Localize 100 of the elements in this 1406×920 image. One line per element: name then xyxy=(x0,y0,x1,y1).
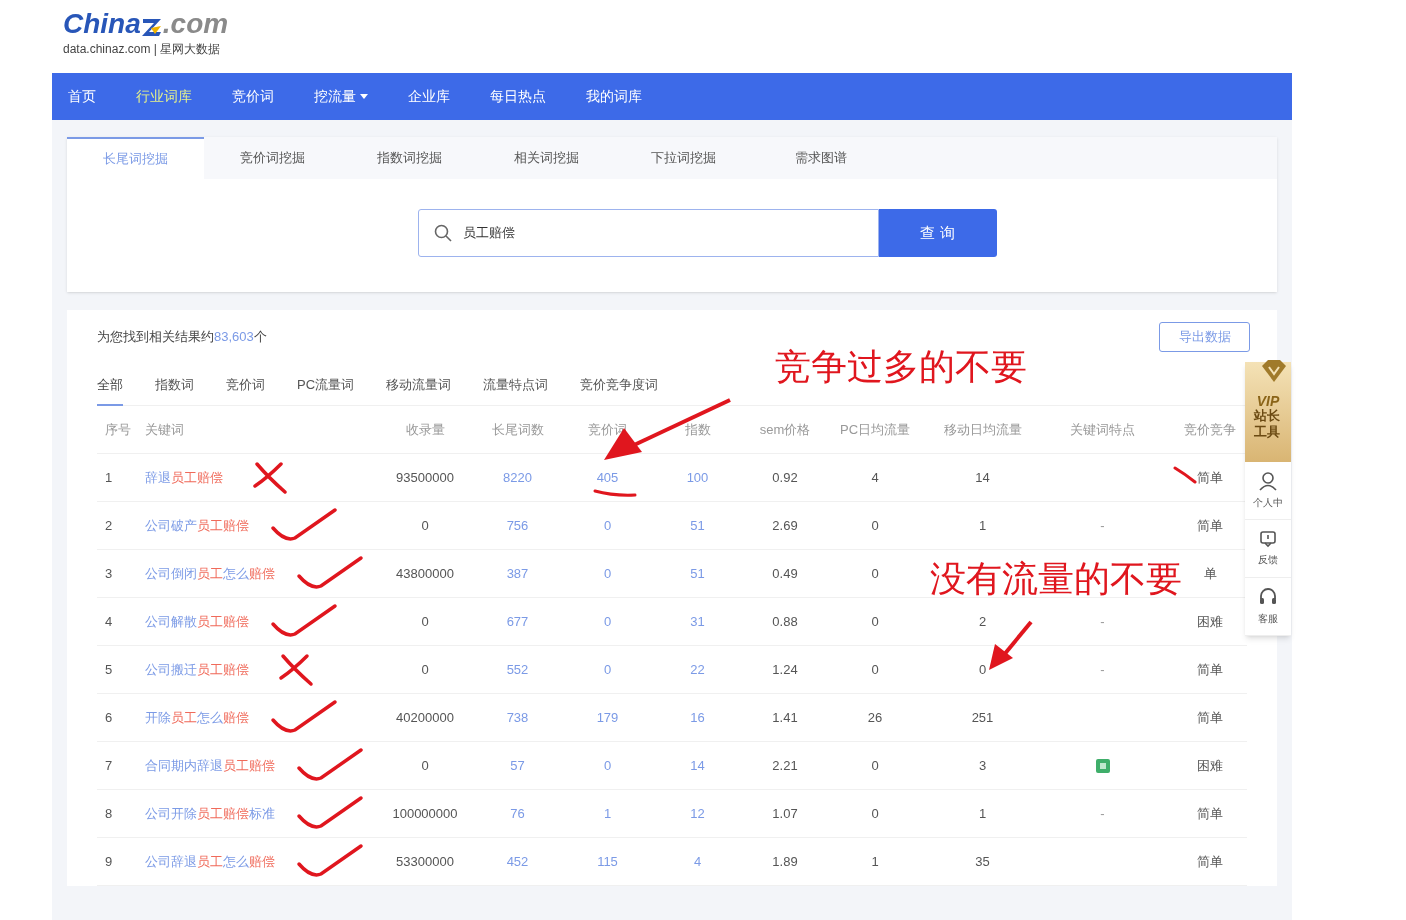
table-cell[interactable]: 179 xyxy=(596,707,619,728)
side-tool-button[interactable]: 个人中 xyxy=(1245,462,1291,520)
table-cell-text: 53300000 xyxy=(396,852,454,871)
logo-domain: .com xyxy=(162,10,229,38)
headset-icon xyxy=(1258,587,1278,607)
table-cell[interactable]: 0 xyxy=(603,659,612,680)
table-cell[interactable]: 738 xyxy=(506,707,529,728)
table-cell-text: - xyxy=(1100,804,1105,823)
table-cell[interactable]: 677 xyxy=(506,611,529,632)
filter-tab[interactable]: 竞价竞争度词 xyxy=(580,366,659,406)
search-field[interactable]: 员工赔偿 xyxy=(417,209,879,257)
nav-link[interactable]: 竞价词 xyxy=(232,86,274,107)
table-cell[interactable]: 76 xyxy=(510,803,525,824)
filter-tab[interactable]: 竞价词 xyxy=(226,366,265,406)
table-cell-text: 0.92 xyxy=(772,468,798,487)
table-cell-text: 简单 xyxy=(1197,660,1223,679)
row-number: 1 xyxy=(104,468,114,487)
tab[interactable]: 需求图谱 xyxy=(752,137,889,179)
diamond-icon xyxy=(1260,358,1288,384)
table-cell-text: 0 xyxy=(421,756,429,775)
table-cell-text: 0 xyxy=(871,564,879,583)
nav-link[interactable]: 挖流量 xyxy=(314,86,368,107)
search-button[interactable]: 查 询 xyxy=(878,209,997,257)
filter-tab[interactable]: 全部 xyxy=(97,366,123,406)
table-cell-text: 1.24 xyxy=(772,660,798,679)
table-cell-text: 0 xyxy=(871,612,879,631)
table-cell-text: 2.21 xyxy=(772,756,798,775)
table-cell[interactable]: 12 xyxy=(690,803,705,824)
table-cell-text: 0 xyxy=(978,660,987,679)
nav-link[interactable]: 我的词库 xyxy=(586,86,642,107)
table-cell[interactable]: 14 xyxy=(690,755,705,776)
filter-tab[interactable]: 移动流量词 xyxy=(386,366,452,406)
tab[interactable]: 竞价词挖掘 xyxy=(204,137,341,179)
table-cell[interactable]: 57 xyxy=(510,755,525,776)
table-cell[interactable]: 51 xyxy=(690,563,705,584)
nav-link[interactable]: 企业库 xyxy=(408,86,450,107)
vip-label: VIP xyxy=(1256,394,1280,408)
tab[interactable]: 相关词挖掘 xyxy=(478,137,615,179)
keyword-link[interactable]: 公司破产员工赔偿 xyxy=(145,515,249,536)
keyword-link[interactable]: 公司搬迁员工赔偿 xyxy=(145,659,249,680)
keyword-link[interactable]: 公司辞退员工怎么赔偿 xyxy=(145,851,275,872)
nav-link[interactable]: 首页 xyxy=(68,86,96,107)
row-number: 8 xyxy=(104,804,114,823)
vip-tools-badge[interactable]: VIP 站长工具 xyxy=(1245,362,1291,462)
table-cell[interactable]: 387 xyxy=(506,563,529,584)
table-cell-text: 1 xyxy=(978,516,987,535)
table-cell[interactable]: 115 xyxy=(597,851,618,872)
keyword-link[interactable]: 公司倒闭员工怎么赔偿 xyxy=(145,563,275,584)
column-header: 收录量 xyxy=(404,420,446,439)
table-cell[interactable]: 0 xyxy=(603,515,612,536)
column-header: 移动日均流量 xyxy=(942,420,1023,439)
table-cell[interactable]: 552 xyxy=(506,659,529,680)
row-number: 5 xyxy=(104,660,114,679)
side-tool-button[interactable]: 客服 xyxy=(1245,578,1291,636)
table-cell-text: 4 xyxy=(871,468,879,487)
filter-tab[interactable]: 流量特点词 xyxy=(483,366,549,406)
annotation-text: 没有流量的不要 xyxy=(930,557,1182,601)
table-cell-text: 0 xyxy=(871,756,879,775)
table-cell-text: 简单 xyxy=(1197,708,1223,727)
table-cell[interactable]: 405 xyxy=(596,467,619,488)
row-number: 4 xyxy=(104,612,114,631)
nav-link[interactable]: 每日热点 xyxy=(490,86,546,107)
table-cell[interactable]: 31 xyxy=(690,611,705,632)
table-cell[interactable]: 0 xyxy=(603,563,612,584)
keyword-link[interactable]: 公司解散员工赔偿 xyxy=(145,611,249,632)
table-cell[interactable]: 0 xyxy=(603,755,612,776)
tab[interactable]: 指数词挖掘 xyxy=(341,137,478,179)
keyword-link[interactable]: 公司开除员工赔偿标准 xyxy=(145,803,275,824)
tab[interactable]: 下拉词挖掘 xyxy=(615,137,752,179)
table-cell-text: 3 xyxy=(978,756,987,775)
table-cell-text: - xyxy=(1100,612,1105,631)
table-cell-text: 1.41 xyxy=(772,708,798,727)
table-cell[interactable]: 51 xyxy=(690,515,705,536)
table-cell[interactable]: 8220 xyxy=(503,467,532,488)
keyword-link[interactable]: 合同期内辞退员工赔偿 xyxy=(145,755,275,776)
export-data-button[interactable]: 导出数据 xyxy=(1159,322,1250,352)
table-cell[interactable]: 452 xyxy=(506,851,529,872)
table-cell[interactable]: 22 xyxy=(690,659,705,680)
column-header: PC日均流量 xyxy=(838,420,912,439)
tab[interactable]: 长尾词挖掘 xyxy=(67,137,204,179)
filter-tab[interactable]: PC流量词 xyxy=(297,366,355,406)
table-cell-text: 简单 xyxy=(1197,516,1223,535)
column-header: 关键词特点 xyxy=(1069,420,1136,439)
table-cell[interactable]: 4 xyxy=(693,851,702,872)
nav-link[interactable]: 行业词库 xyxy=(136,86,192,107)
table-cell[interactable]: 1 xyxy=(603,803,612,824)
table-cell[interactable]: 16 xyxy=(690,707,705,728)
table-cell[interactable]: 100 xyxy=(686,467,709,488)
table-cell-text: 困难 xyxy=(1197,756,1223,775)
keyword-link[interactable]: 辞退员工赔偿 xyxy=(145,467,223,488)
filter-tab[interactable]: 指数词 xyxy=(155,366,194,406)
keyword-link[interactable]: 开除员工怎么赔偿 xyxy=(145,707,249,728)
side-tool-button[interactable]: 反馈 xyxy=(1245,520,1291,578)
table-cell[interactable]: 0 xyxy=(603,611,612,632)
row-number: 9 xyxy=(104,852,114,871)
feedback-icon xyxy=(1259,530,1277,548)
table-cell-text: 93500000 xyxy=(396,468,454,487)
table-cell-text: 0.49 xyxy=(772,564,798,583)
table-cell[interactable]: 756 xyxy=(506,515,529,536)
table-cell-text: 0.88 xyxy=(772,612,798,631)
